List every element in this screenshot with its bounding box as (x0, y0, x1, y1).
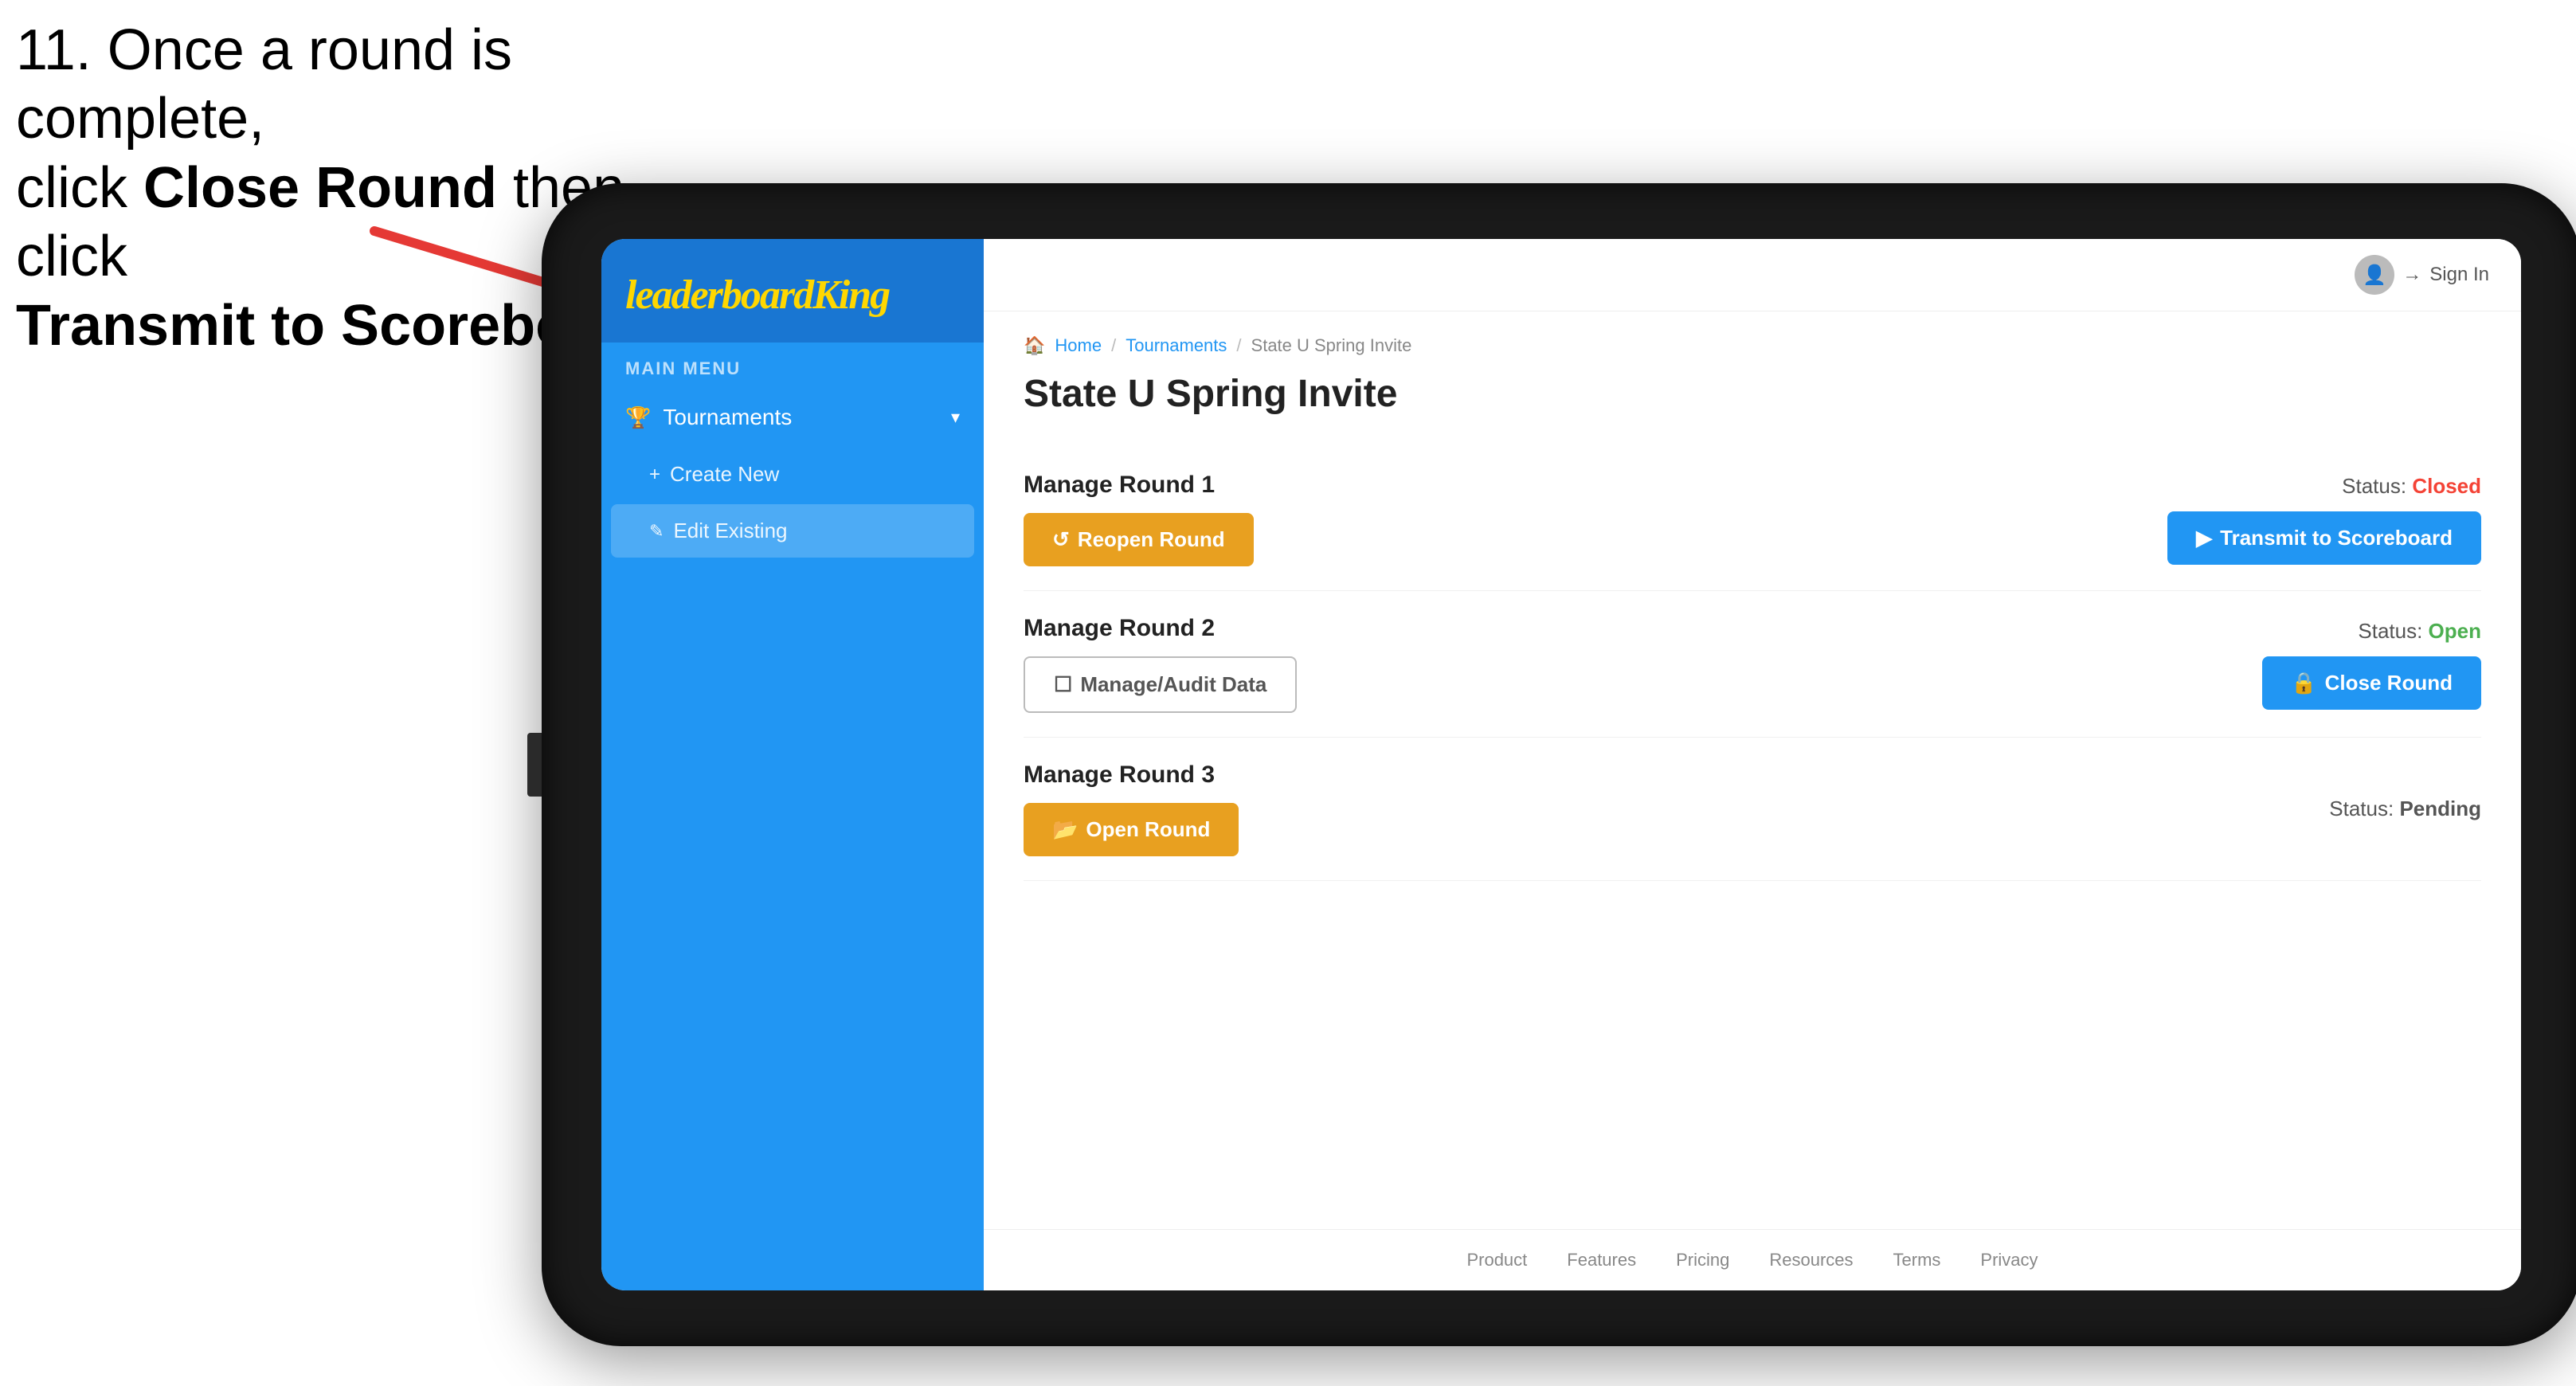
transmit-label: Transmit to Scoreboard (2220, 526, 2453, 550)
footer-privacy-link[interactable]: Privacy (1980, 1250, 2038, 1270)
open-round-label: Open Round (1086, 817, 1210, 842)
footer: Product Features Pricing Resources Terms… (984, 1229, 2521, 1290)
edit-existing-label: Edit Existing (673, 519, 787, 543)
edit-icon: ✎ (649, 521, 664, 542)
main-content: 👤 → Sign In 🏠 Home / Tournaments / St (984, 239, 2521, 1290)
plus-icon: + (649, 464, 660, 486)
transmit-icon: ▶ (2196, 526, 2212, 550)
tablet-screen: leaderboardKing MAIN MENU 🏆 Tournaments … (601, 239, 2521, 1290)
round-2-row: Manage Round 2 ☐ Manage/Audit Data Statu… (1024, 591, 2481, 738)
sign-in-label: Sign In (2429, 264, 2489, 286)
sidebar: leaderboardKing MAIN MENU 🏆 Tournaments … (601, 239, 984, 1290)
logo-text-gold: King (812, 272, 889, 318)
transmit-scoreboard-button[interactable]: ▶ Transmit to Scoreboard (2167, 511, 2481, 565)
checkbox-icon: ☐ (1054, 672, 1072, 697)
round-2-status-value: Open (2429, 619, 2481, 643)
top-bar: 👤 → Sign In (984, 239, 2521, 311)
sidebar-item-tournaments[interactable]: 🏆 Tournaments ▾ (601, 387, 984, 448)
instruction-line1: 11. Once a round is complete, (16, 16, 733, 154)
round-3-row: Manage Round 3 📂 Open Round Status: Pend… (1024, 738, 2481, 881)
open-icon: 📂 (1052, 817, 1078, 842)
footer-resources-link[interactable]: Resources (1769, 1250, 1853, 1270)
main-menu-label: MAIN MENU (601, 343, 984, 387)
sidebar-tournaments-label: Tournaments (663, 405, 792, 430)
footer-features-link[interactable]: Features (1567, 1250, 1636, 1270)
tablet-side-button (527, 733, 542, 797)
round-3-status: Status: Pending (2329, 797, 2481, 821)
lock-icon: 🔒 (2291, 671, 2316, 695)
breadcrumb-sep-1: / (1111, 335, 1116, 356)
close-round-button[interactable]: 🔒 Close Round (2262, 656, 2481, 710)
reopen-round-label: Reopen Round (1078, 527, 1225, 552)
breadcrumb: 🏠 Home / Tournaments / State U Spring In… (1024, 335, 2481, 356)
round-2-status: Status: Open (2358, 619, 2481, 644)
page-title: State U Spring Invite (1024, 372, 2481, 416)
signin-arrow-icon: → (2402, 264, 2421, 286)
create-new-label: Create New (670, 462, 779, 487)
footer-terms-link[interactable]: Terms (1893, 1250, 1941, 1270)
round-3-status-value: Pending (2399, 797, 2481, 820)
app-logo: leaderboardKing (625, 271, 960, 319)
round-2-title: Manage Round 2 (1024, 615, 1297, 642)
app-layout: leaderboardKing MAIN MENU 🏆 Tournaments … (601, 239, 2521, 1290)
manage-audit-button[interactable]: ☐ Manage/Audit Data (1024, 656, 1297, 713)
round-1-row: Manage Round 1 ↺ Reopen Round Status: Cl… (1024, 448, 2481, 591)
logo-area: leaderboardKing (601, 239, 984, 343)
logo-text-regular: leaderboard (625, 272, 812, 318)
tablet-device: leaderboardKing MAIN MENU 🏆 Tournaments … (542, 183, 2576, 1346)
open-round-button[interactable]: 📂 Open Round (1024, 803, 1239, 856)
round-3-title: Manage Round 3 (1024, 762, 1239, 789)
chevron-down-icon: ▾ (951, 407, 960, 428)
breadcrumb-tournaments-link[interactable]: Tournaments (1126, 335, 1227, 356)
sidebar-sub-item-create-new[interactable]: + Create New (601, 448, 984, 501)
footer-product-link[interactable]: Product (1466, 1250, 1527, 1270)
manage-audit-label: Manage/Audit Data (1080, 672, 1266, 697)
avatar-icon: 👤 (2355, 255, 2394, 295)
breadcrumb-current: State U Spring Invite (1251, 335, 1412, 356)
refresh-icon: ↺ (1052, 527, 1070, 552)
user-icon: 👤 (2363, 264, 2386, 287)
round-1-status: Status: Closed (2342, 474, 2481, 499)
content-area: 🏠 Home / Tournaments / State U Spring In… (984, 311, 2521, 1229)
breadcrumb-home-icon: 🏠 (1024, 335, 1045, 356)
round-1-title: Manage Round 1 (1024, 472, 1254, 499)
trophy-icon: 🏆 (625, 405, 651, 430)
sidebar-sub-item-edit-existing[interactable]: ✎ Edit Existing (611, 504, 974, 558)
footer-pricing-link[interactable]: Pricing (1676, 1250, 1729, 1270)
breadcrumb-sep-2: / (1236, 335, 1241, 356)
breadcrumb-home-link[interactable]: Home (1055, 335, 1102, 356)
sign-in-button[interactable]: 👤 → Sign In (2355, 255, 2489, 295)
close-round-label: Close Round (2325, 671, 2453, 695)
round-1-status-value: Closed (2412, 474, 2481, 498)
reopen-round-button[interactable]: ↺ Reopen Round (1024, 513, 1254, 566)
